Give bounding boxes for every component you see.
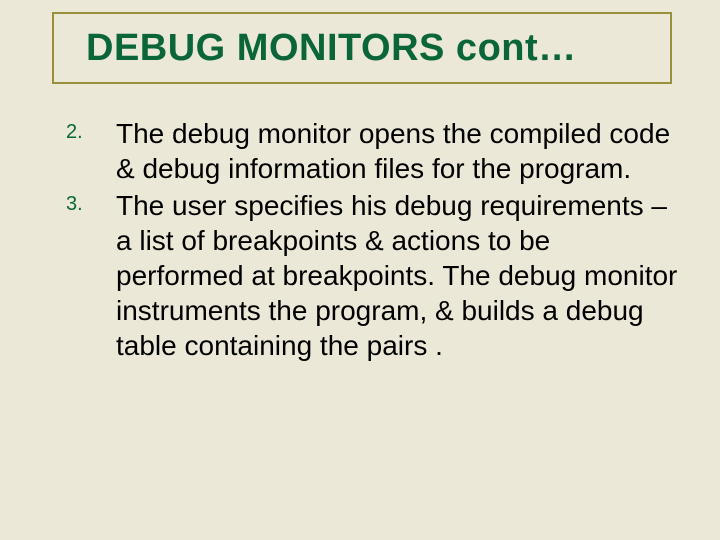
list-item: 3. The user specifies his debug requirem… bbox=[48, 188, 678, 363]
slide: DEBUG MONITORS cont… 2. The debug monito… bbox=[0, 0, 720, 540]
list-wrap: 2. The debug monitor opens the compiled … bbox=[48, 116, 678, 365]
list-item-number: 3. bbox=[66, 192, 83, 217]
title-box: DEBUG MONITORS cont… bbox=[52, 12, 672, 84]
numbered-list: 2. The debug monitor opens the compiled … bbox=[48, 116, 678, 363]
list-item-number: 2. bbox=[66, 120, 83, 145]
list-item-text: The user specifies his debug requirement… bbox=[116, 190, 677, 361]
list-item: 2. The debug monitor opens the compiled … bbox=[48, 116, 678, 186]
list-item-text: The debug monitor opens the compiled cod… bbox=[116, 118, 670, 184]
slide-title: DEBUG MONITORS cont… bbox=[86, 27, 577, 70]
